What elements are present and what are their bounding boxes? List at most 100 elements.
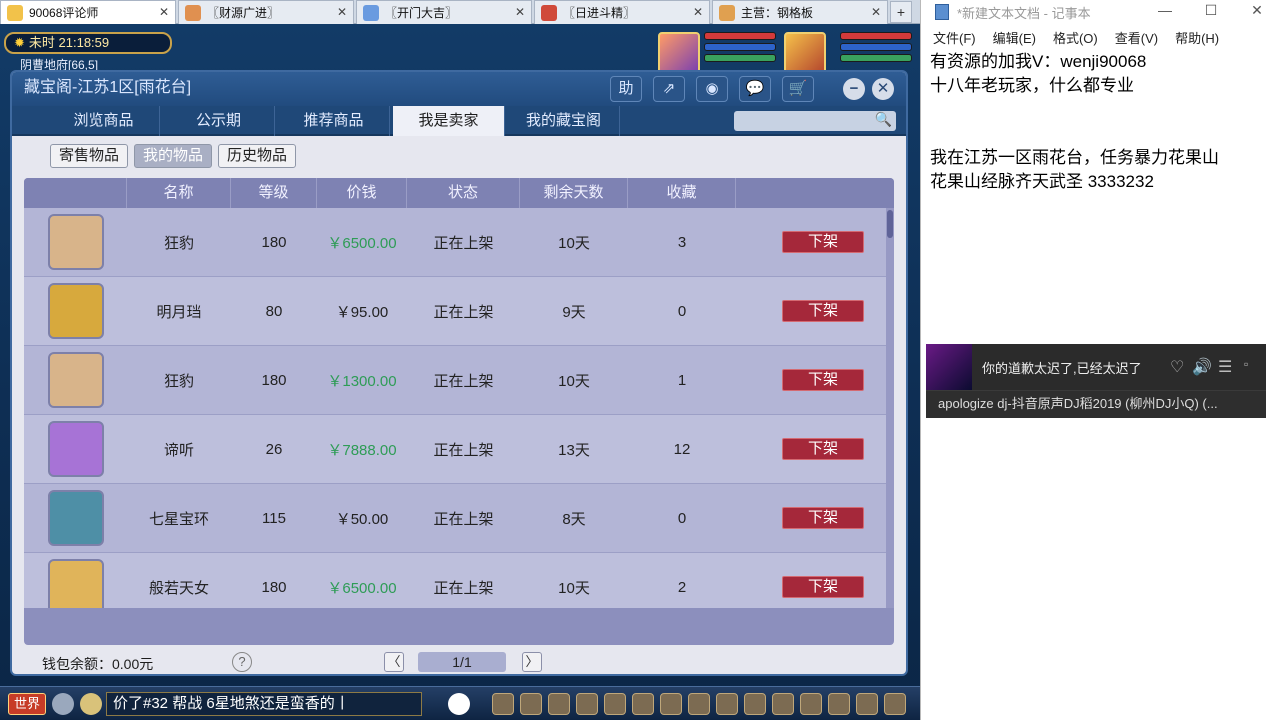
close-icon[interactable]: ✕ xyxy=(515,5,525,19)
column-header-days[interactable]: 剩余天数 xyxy=(520,178,628,208)
close-button[interactable]: ✕ xyxy=(872,78,894,100)
delist-button[interactable]: 下架 xyxy=(782,231,864,253)
item-icon[interactable] xyxy=(47,283,104,339)
like-icon[interactable]: ♡ xyxy=(1170,357,1184,377)
column-header-price[interactable]: 价钱 xyxy=(317,178,407,208)
delist-button[interactable]: 下架 xyxy=(782,507,864,529)
minimize-button[interactable]: — xyxy=(1142,0,1188,22)
quickslot-icon[interactable] xyxy=(800,693,822,715)
search-icon[interactable]: 🔍 xyxy=(875,111,892,128)
quickslot-icon[interactable] xyxy=(492,693,514,715)
quickslot-icon[interactable] xyxy=(884,693,906,715)
item-icon[interactable] xyxy=(47,490,104,546)
cart-icon[interactable]: 🛒 xyxy=(782,76,814,102)
menu-format[interactable]: 格式(O) xyxy=(1053,28,1098,47)
table-row[interactable]: 狂豹 180 ￥6500.00 正在上架 10天 3 下架 xyxy=(24,208,894,277)
minimize-button[interactable]: − xyxy=(843,78,865,100)
close-icon[interactable]: ✕ xyxy=(159,5,169,19)
playlist-icon[interactable]: ☰ xyxy=(1218,357,1232,377)
window-titlebar[interactable]: 藏宝阁-江苏1区[雨花台] 助 ⇗ ◉ 💬 🛒 − ✕ xyxy=(12,72,906,106)
quickslot-icon[interactable] xyxy=(548,693,570,715)
menu-file[interactable]: 文件(F) xyxy=(933,28,976,47)
prev-page-button[interactable]: 〈 xyxy=(384,652,404,672)
item-icon[interactable] xyxy=(47,421,104,477)
quickslot-icon[interactable] xyxy=(744,693,766,715)
tab-my-pavilion[interactable]: 我的藏宝阁 xyxy=(508,106,620,136)
player-portrait-icon[interactable] xyxy=(784,32,826,74)
game-tab-1[interactable]: 〖财源广进〗 ✕ xyxy=(178,0,354,24)
close-button[interactable]: ✕ xyxy=(1234,0,1280,22)
quickslot-icon[interactable] xyxy=(576,693,598,715)
emoji-icon[interactable] xyxy=(80,693,102,715)
menu-edit[interactable]: 编辑(E) xyxy=(993,28,1036,47)
chat-message[interactable]: 价了#32 帮战 6星地煞还是蛮香的丨 xyxy=(106,692,422,716)
quickslot-icon[interactable] xyxy=(688,693,710,715)
item-days: 8天 xyxy=(562,510,586,528)
game-tab-3[interactable]: 〖日进斗精〗 ✕ xyxy=(534,0,710,24)
microphone-icon[interactable] xyxy=(52,693,74,715)
scrollbar[interactable] xyxy=(886,208,894,608)
table-row[interactable]: 般若天女 180 ￥6500.00 正在上架 10天 2 下架 xyxy=(24,553,894,608)
quickslot-icon[interactable] xyxy=(604,693,626,715)
delist-button[interactable]: 下架 xyxy=(782,438,864,460)
close-icon[interactable]: ✕ xyxy=(871,5,881,19)
tab-publicity[interactable]: 公示期 xyxy=(163,106,275,136)
menu-help[interactable]: 帮助(H) xyxy=(1175,28,1219,47)
column-header-name[interactable]: 名称 xyxy=(127,178,231,208)
message-icon[interactable]: 💬 xyxy=(739,76,771,102)
table-row[interactable]: 七星宝环 115 ￥50.00 正在上架 8天 0 下架 xyxy=(24,484,894,553)
item-price: ￥6500.00 xyxy=(327,579,397,597)
maximize-button[interactable]: ☐ xyxy=(1188,0,1234,22)
item-icon[interactable] xyxy=(47,352,104,408)
table-header: 名称 等级 价钱 状态 剩余天数 收藏 xyxy=(24,178,894,208)
album-cover[interactable] xyxy=(926,344,972,390)
tab-browse[interactable]: 浏览商品 xyxy=(48,106,160,136)
game-tab-2[interactable]: 〖开门大吉〗 ✕ xyxy=(356,0,532,24)
quickslot-icon[interactable] xyxy=(772,693,794,715)
pet-portrait-icon[interactable] xyxy=(658,32,700,74)
mascot-icon[interactable] xyxy=(448,693,470,715)
tab-recommended[interactable]: 推荐商品 xyxy=(278,106,390,136)
table-row[interactable]: 谛听 26 ￥7888.00 正在上架 13天 12 下架 xyxy=(24,415,894,484)
quickslot-icon[interactable] xyxy=(856,693,878,715)
subtab-consignment[interactable]: 寄售物品 xyxy=(50,144,129,168)
menu-view[interactable]: 查看(V) xyxy=(1115,28,1158,47)
game-tab-4[interactable]: 主营：钢格板 ✕ xyxy=(712,0,888,24)
new-tab-button[interactable]: + xyxy=(890,1,912,23)
search-input[interactable]: 🔍 xyxy=(734,111,896,131)
game-tab-0[interactable]: 90068评论师 ✕ xyxy=(0,0,176,24)
record-icon[interactable]: ◉ xyxy=(696,76,728,102)
column-header xyxy=(736,178,894,208)
item-icon[interactable] xyxy=(47,559,104,608)
quickslot-icon[interactable] xyxy=(828,693,850,715)
table-row[interactable]: 狂豹 180 ￥1300.00 正在上架 10天 1 下架 xyxy=(24,346,894,415)
column-header-fav[interactable]: 收藏 xyxy=(628,178,736,208)
quickslot-icon[interactable] xyxy=(716,693,738,715)
column-header-status[interactable]: 状态 xyxy=(407,178,520,208)
help-icon[interactable]: ? xyxy=(232,652,252,672)
subtab-my-items[interactable]: 我的物品 xyxy=(134,144,213,168)
page-indicator: 1/1 xyxy=(418,652,506,672)
notepad-text-area[interactable]: 有资源的加我V：wenji90068 十八年老玩家，什么都专业 我在江苏一区雨花… xyxy=(921,50,1280,194)
table-row[interactable]: 明月珰 80 ￥95.00 正在上架 9天 0 下架 xyxy=(24,277,894,346)
world-channel-button[interactable]: 世界 xyxy=(8,693,46,715)
delist-button[interactable]: 下架 xyxy=(782,369,864,391)
share-icon[interactable]: ⇗ xyxy=(653,76,685,102)
scrollbar-thumb[interactable] xyxy=(887,210,893,238)
quickslot-icon[interactable] xyxy=(632,693,654,715)
more-icon[interactable]: ▫ xyxy=(1244,357,1248,371)
volume-icon[interactable]: 🔊 xyxy=(1192,357,1212,377)
next-page-button[interactable]: 〉 xyxy=(522,652,542,672)
help-button[interactable]: 助 xyxy=(610,76,642,102)
quickslot-icon[interactable] xyxy=(520,693,542,715)
column-header-level[interactable]: 等级 xyxy=(231,178,317,208)
delist-button[interactable]: 下架 xyxy=(782,300,864,322)
close-icon[interactable]: ✕ xyxy=(693,5,703,19)
character-icon xyxy=(719,4,735,21)
tab-seller[interactable]: 我是卖家 xyxy=(393,106,505,136)
subtab-history[interactable]: 历史物品 xyxy=(218,144,297,168)
item-icon[interactable] xyxy=(47,214,104,270)
close-icon[interactable]: ✕ xyxy=(337,5,347,19)
quickslot-icon[interactable] xyxy=(660,693,682,715)
delist-button[interactable]: 下架 xyxy=(782,576,864,598)
